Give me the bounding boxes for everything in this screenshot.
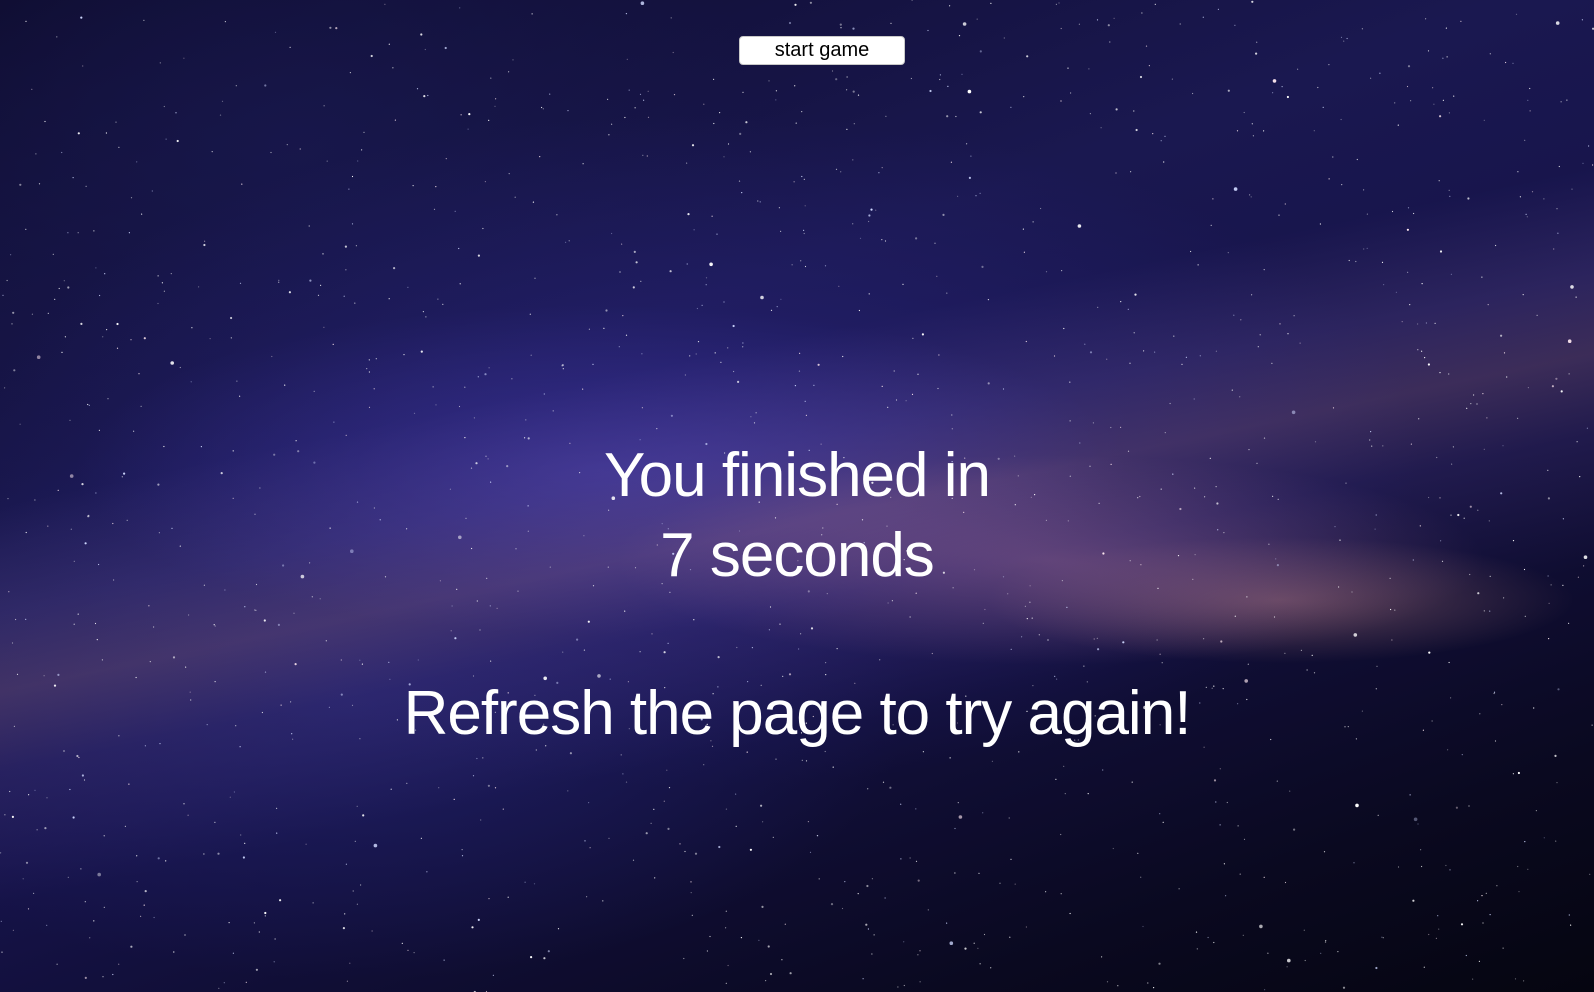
result-message: You finished in 7 seconds: [0, 436, 1594, 596]
result-line-finished: You finished in: [603, 441, 991, 510]
result-line-time: 7 seconds: [660, 521, 935, 590]
start-game-button[interactable]: start game: [739, 36, 905, 65]
retry-message: Refresh the page to try again!: [403, 679, 1192, 748]
